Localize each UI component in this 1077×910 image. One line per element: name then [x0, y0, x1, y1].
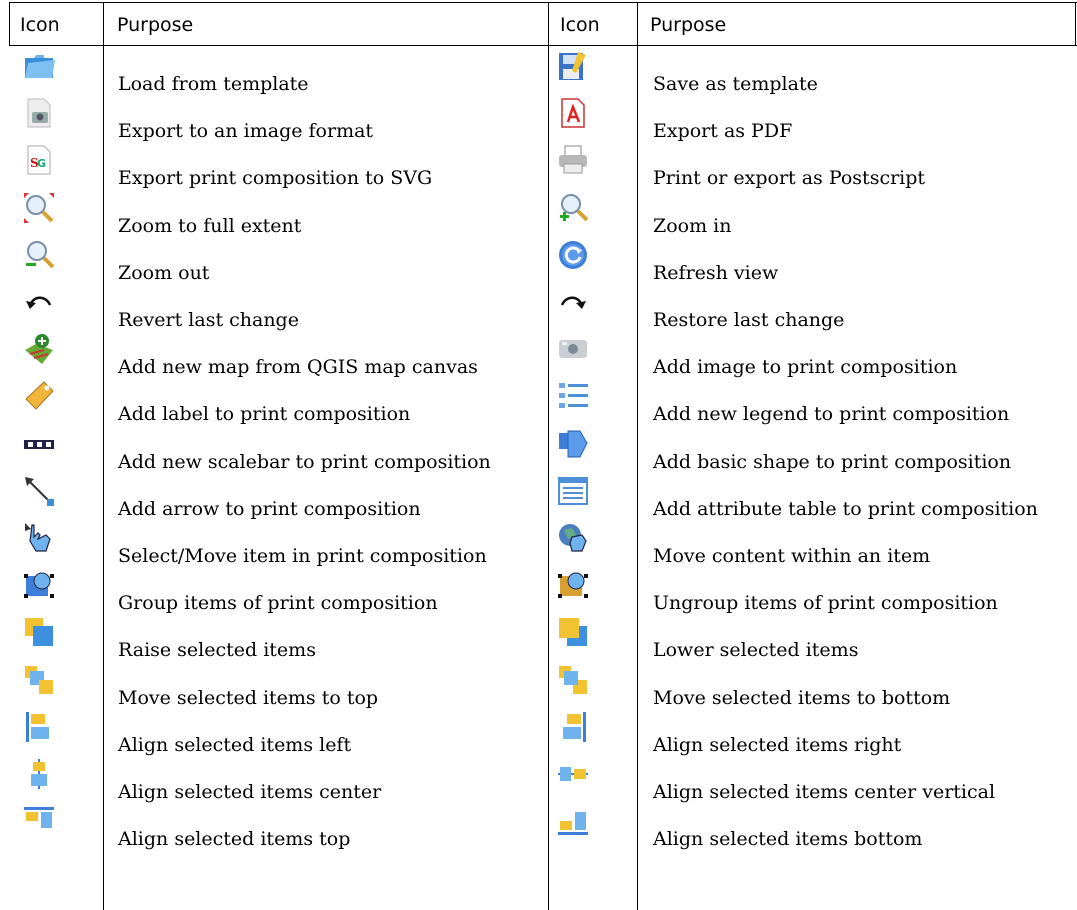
purpose-right-text: Refresh view: [653, 261, 779, 284]
header-icon-left: Icon: [20, 14, 60, 36]
purpose-right-text: Lower selected items: [653, 639, 859, 662]
align-right-icon: [556, 710, 590, 744]
undo-icon: [22, 285, 56, 319]
header-bottom-rule: [9, 45, 1077, 46]
arrow-icon: [22, 474, 56, 508]
purpose-left-text: Align selected items center: [118, 781, 382, 803]
purpose-left-text: Load from template: [118, 73, 309, 95]
raise-items-icon: [22, 615, 56, 649]
column-divider: [637, 46, 638, 910]
purpose-left-text: Add new scalebar to print composition: [118, 450, 491, 473]
header-purpose-left: Purpose: [117, 14, 194, 36]
purpose-right-text: Add image to print composition: [653, 356, 958, 379]
purpose-left-text: Zoom out: [118, 261, 210, 284]
zoom-full-icon: [22, 191, 56, 225]
purpose-left-text: Add arrow to print composition: [118, 497, 421, 520]
refresh-icon: [556, 238, 590, 272]
header-icon-right: Icon: [560, 14, 600, 36]
purpose-left-text: Align selected items top: [118, 828, 351, 851]
column-divider: [548, 46, 549, 910]
basic-shape-icon: [556, 427, 590, 461]
purpose-right-text: Add basic shape to print composition: [653, 450, 1012, 473]
move-top-icon: [22, 663, 56, 697]
redo-icon: [556, 285, 590, 319]
add-image-icon: [556, 332, 590, 366]
purpose-right-text: Move content within an item: [653, 545, 931, 567]
align-center-vertical-icon: [556, 757, 590, 791]
purpose-right-text: Export as PDF: [653, 120, 793, 143]
attribute-table-icon: [556, 474, 590, 508]
purpose-right-text: Zoom in: [653, 214, 732, 237]
save-template-icon: [556, 49, 590, 83]
header-divider: [637, 2, 638, 46]
align-left-icon: [22, 710, 56, 744]
align-top-icon: [22, 804, 56, 838]
purpose-left-text: Align selected items left: [118, 733, 352, 756]
purpose-right-text: Add attribute table to print composition: [653, 497, 1038, 520]
header-purpose-right: Purpose: [650, 14, 727, 36]
lower-items-icon: [556, 615, 590, 649]
icon-reference-table: Icon Purpose Icon Purpose Load from temp…: [0, 0, 1077, 910]
align-center-icon: [22, 757, 56, 791]
purpose-right-text: Move selected items to bottom: [653, 686, 951, 709]
select-move-icon: [22, 521, 56, 555]
header-divider: [548, 2, 549, 46]
purpose-left-text: Add label to print composition: [118, 403, 411, 426]
purpose-right-text: Align selected items center vertical: [653, 781, 996, 803]
purpose-left-text: Export to an image format: [118, 120, 374, 143]
purpose-right-text: Ungroup items of print composition: [653, 592, 998, 615]
purpose-right-text: Add new legend to print composition: [653, 403, 1010, 426]
scalebar-icon: [22, 427, 56, 461]
export-image-icon: [22, 96, 56, 130]
purpose-right-text: Print or export as Postscript: [653, 167, 926, 190]
purpose-left-text: Raise selected items: [118, 639, 316, 662]
svg-export-icon: SG: [22, 143, 56, 177]
header-divider: [1075, 2, 1076, 46]
purpose-left-text: Zoom to full extent: [118, 214, 302, 237]
purpose-right-text: Restore last change: [653, 309, 845, 331]
align-bottom-icon: [556, 804, 590, 838]
printer-icon: [556, 143, 590, 177]
svg-text:G: G: [37, 157, 46, 170]
open-folder-icon: [22, 49, 56, 83]
ungroup-items-icon: [556, 568, 590, 602]
move-content-icon: [556, 521, 590, 555]
header-divider: [9, 2, 10, 46]
purpose-left-text: Select/Move item in print composition: [118, 545, 487, 567]
move-bottom-icon: [556, 663, 590, 697]
purpose-left-text: Add new map from QGIS map canvas: [118, 356, 478, 379]
add-map-icon: [22, 332, 56, 366]
purpose-left-text: Group items of print composition: [118, 592, 438, 615]
zoom-out-icon: [22, 238, 56, 272]
purpose-right-text: Align selected items bottom: [653, 828, 923, 851]
pdf-icon: [556, 96, 590, 130]
group-items-icon: [22, 568, 56, 602]
zoom-in-icon: [556, 191, 590, 225]
header-divider: [103, 2, 104, 46]
table-top-rule: [9, 2, 1077, 3]
column-divider: [103, 46, 104, 910]
label-tag-icon: [22, 379, 56, 413]
purpose-right-text: Align selected items right: [653, 733, 902, 756]
purpose-left-text: Move selected items to top: [118, 686, 379, 709]
purpose-left-text: Export print composition to SVG: [118, 167, 433, 190]
purpose-left-text: Revert last change: [118, 309, 299, 331]
legend-icon: [556, 379, 590, 413]
purpose-right-text: Save as template: [653, 73, 818, 95]
